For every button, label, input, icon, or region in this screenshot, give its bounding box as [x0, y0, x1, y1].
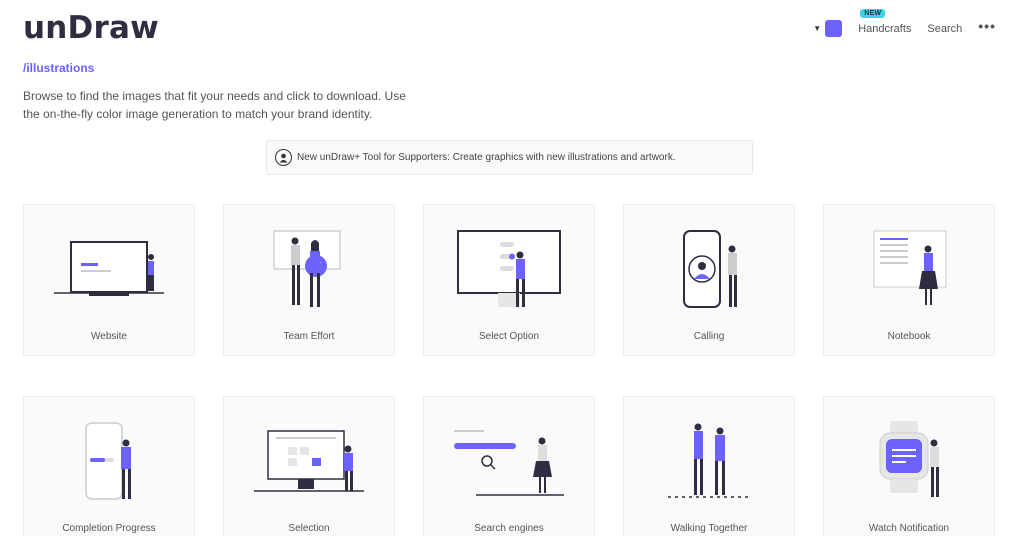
notebook-illustration [873, 230, 947, 305]
new-badge: NEW [860, 8, 886, 18]
illustration-card-search-engines[interactable]: Search engines [423, 396, 595, 536]
illustration-card-notebook[interactable]: Notebook [823, 204, 995, 356]
handcrafts-link[interactable]: NEW Handcrafts [858, 8, 912, 35]
illustrations-link[interactable]: /illustrations [23, 61, 94, 75]
illustration-card-walking-together[interactable]: Walking Together [623, 396, 795, 536]
search-engines-illustration [454, 430, 564, 496]
card-label: Website [91, 331, 127, 342]
card-label: Selection [288, 523, 330, 534]
illustration-card-watch-notification[interactable]: Watch Notification [823, 396, 995, 536]
card-label: Team Effort [283, 331, 335, 342]
website-illustration [54, 241, 164, 296]
search-link[interactable]: Search [927, 23, 962, 35]
top-navigation: ▼ NEW Handcrafts Search ••• [813, 8, 996, 37]
illustration-card-team-effort[interactable]: Team Effort [223, 204, 395, 356]
walking-together-illustration [668, 423, 750, 498]
card-label: Calling [693, 331, 725, 342]
illustration-card-completion-progress[interactable]: Completion Progress [23, 396, 195, 536]
illustration-card-select-option[interactable]: Select Option [423, 204, 595, 356]
handcrafts-label: Handcrafts [858, 22, 912, 35]
completion-progress-illustration [85, 422, 131, 500]
caret-down-icon: ▼ [813, 24, 822, 33]
illustration-card-calling[interactable]: Calling [623, 204, 795, 356]
intro-text: Browse to find the images that fit your … [23, 89, 406, 121]
card-label: Completion Progress [62, 523, 156, 534]
promo-text: New unDraw+ Tool for Supporters: Create … [297, 152, 676, 163]
watch-notification-illustration [879, 421, 939, 497]
card-label: Watch Notification [868, 523, 950, 534]
logo[interactable]: unDraw [23, 10, 159, 46]
user-avatar-icon [275, 149, 292, 166]
card-label: Select Option [478, 331, 540, 342]
color-picker[interactable]: ▼ [813, 20, 843, 37]
illustration-card-website[interactable]: Website [23, 204, 195, 356]
illustration-card-selection[interactable]: Selection [223, 396, 395, 536]
card-label: Notebook [887, 331, 931, 342]
promo-banner[interactable]: New unDraw+ Tool for Supporters: Create … [266, 140, 753, 175]
selection-illustration [254, 430, 364, 492]
color-swatch[interactable] [825, 20, 843, 37]
team-effort-illustration [273, 230, 341, 307]
card-label: Search engines [474, 523, 544, 534]
more-menu-icon[interactable]: ••• [978, 18, 996, 34]
select-option-illustration [457, 230, 561, 307]
calling-illustration [683, 230, 737, 308]
card-label: Walking Together [670, 523, 748, 534]
